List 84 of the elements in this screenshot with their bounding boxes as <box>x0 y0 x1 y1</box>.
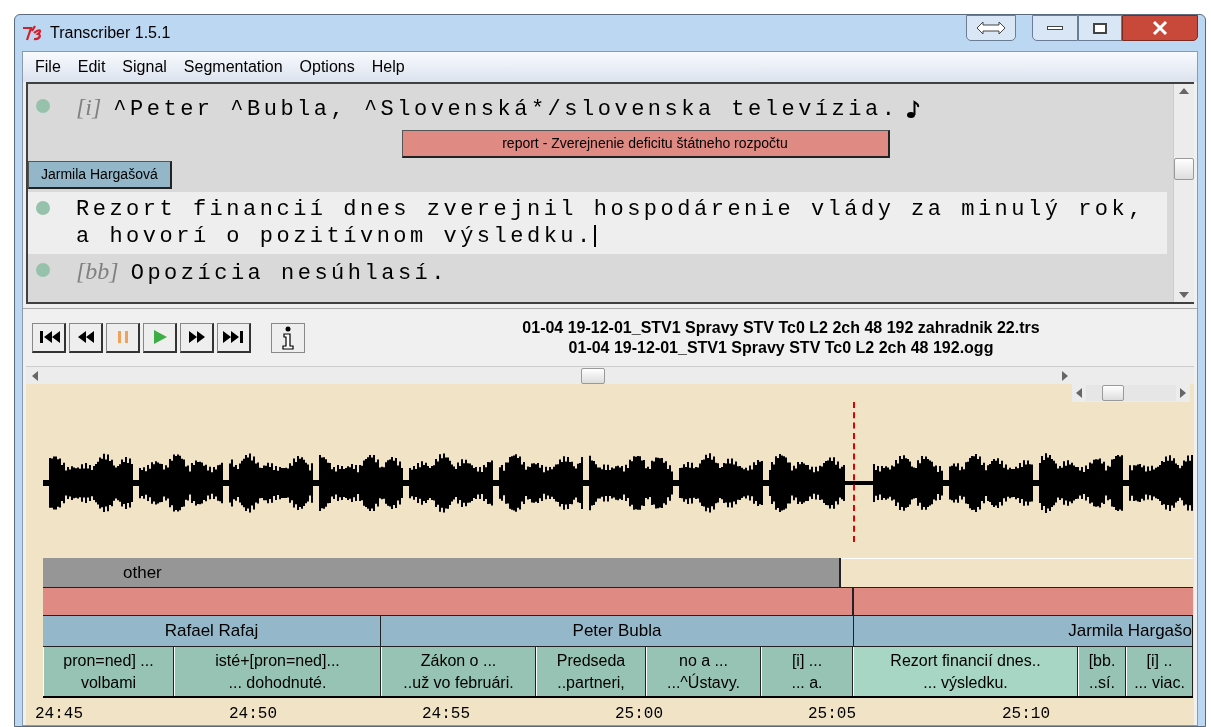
segment-line: ... dohodnuté. <box>228 672 327 693</box>
close-button[interactable] <box>1122 15 1198 41</box>
window-title: Transcriber 1.5.1 <box>50 23 171 43</box>
info-icon <box>280 325 296 350</box>
rewind-button[interactable] <box>69 322 103 353</box>
scroll-right-icon[interactable] <box>1062 370 1068 381</box>
menu-item[interactable]: Signal <box>116 55 173 79</box>
skip-end-icon <box>222 329 245 345</box>
minimize-button[interactable] <box>1032 15 1078 41</box>
timeline-segment[interactable]: [i] ... ... a. <box>761 647 853 696</box>
segment-line: ..už vo februári. <box>403 672 514 693</box>
scroll-left-icon[interactable] <box>32 370 38 381</box>
segment-line: ..partneri, <box>557 672 625 693</box>
segment-line: [bb. <box>1088 650 1116 671</box>
menu-item[interactable]: Help <box>365 55 411 79</box>
timeline-segment[interactable]: no a ... ...^Ústavy. <box>646 647 761 696</box>
segment-line: volbami <box>80 672 137 693</box>
timeline-segment[interactable]: Zákon o ... ..už vo februári. <box>381 647 536 696</box>
segment-line: ...^Ústavy. <box>667 672 740 693</box>
timeline-segment[interactable]: isté+[pron=ned]... ... dohodnuté. <box>174 647 381 696</box>
segment-line: [i] .. <box>1146 650 1173 671</box>
segment-marker-icon[interactable] <box>36 201 50 215</box>
segment-line: ... výsledku. <box>923 672 1008 693</box>
segment-line: Rezort financií dnes.. <box>890 650 1041 671</box>
menu-item[interactable]: Edit <box>71 55 112 79</box>
info-button[interactable] <box>271 322 305 353</box>
segment-text: ^Peter ^Bubla, ^Slovenská*/slovenska televízia. <box>113 97 899 122</box>
segment-marker-icon[interactable] <box>36 99 50 113</box>
speaker-button[interactable]: Jarmila Hargašová <box>28 161 172 189</box>
transcript-segment[interactable]: Rezort financií dnes zverejnil hospodárenie vlády za minulý rok, a hovorí o pozitívnom výsledku. <box>28 192 1167 254</box>
resize-button[interactable] <box>966 15 1016 41</box>
time-tick-label: 25:05 <box>808 704 856 725</box>
segment-line: ..sí. <box>1089 672 1115 693</box>
speaker-track-segment: Rafael Rafaj <box>43 616 381 646</box>
scroll-up-icon[interactable] <box>1179 88 1189 94</box>
segment-text: Rezort financií dnes zverejnil hospodárenie vlády za minulý rok, a hovorí o pozitívnom výsledku. <box>76 196 1146 250</box>
segment-marker-icon[interactable] <box>36 263 50 277</box>
other-track-segment: other <box>43 558 841 587</box>
timeline-segment[interactable]: [i] .. ... viac. <box>1126 647 1193 696</box>
menu-item[interactable]: Options <box>293 55 361 79</box>
timeline-segment[interactable]: pron=ned] ... volbami <box>43 647 174 696</box>
timeline-segment[interactable]: Predseda ..partneri, <box>536 647 646 696</box>
topic-button[interactable]: report - Zverejnenie deficitu štátneho rozpočtu <box>401 130 890 158</box>
segment-line: ... a. <box>791 672 823 693</box>
segment-line: ... viac. <box>1134 672 1185 693</box>
last-button[interactable] <box>217 322 251 353</box>
time-tick-label: 25:00 <box>615 704 663 725</box>
segment-line: Predseda <box>556 650 626 671</box>
time-tick-label: 25:10 <box>1002 704 1050 725</box>
pause-button[interactable] <box>106 322 140 353</box>
play-button[interactable] <box>143 322 177 353</box>
menu-item[interactable]: File <box>29 55 67 79</box>
segment-line: pron=ned] ... <box>63 650 154 671</box>
time-tick-label: 24:50 <box>229 704 277 725</box>
timeline-segment[interactable]: Rezort financií dnes.. ... výsledku. <box>853 647 1078 696</box>
forward-button[interactable] <box>180 322 214 353</box>
file-name: 01-04 19-12-01_STV1 Spravy STV Tc0 L2 2ch 48 192.ogg <box>568 337 994 358</box>
resolution-slider[interactable] <box>1072 384 1190 402</box>
scrollbar-thumb[interactable] <box>581 367 605 384</box>
speaker-track-segment: Peter Bubla <box>381 616 854 646</box>
slider-thumb[interactable] <box>1102 385 1124 401</box>
scroll-down-icon[interactable] <box>1179 292 1189 298</box>
segment-line: no a ... <box>679 650 728 671</box>
close-icon <box>1152 21 1168 35</box>
file-name: 01-04 19-12-01_STV1 Spravy STV Tc0 L2 2ch 48 192 zahradnik 22.trs <box>522 317 1040 338</box>
menu-item[interactable]: Segmentation <box>177 55 289 79</box>
timeline-segment[interactable]: [bb. ..sí. <box>1078 647 1126 696</box>
time-tick-label: 24:45 <box>35 704 83 725</box>
scrollbar-thumb[interactable] <box>1174 158 1194 180</box>
segment-text: Opozícia nesúhlasí. <box>130 261 449 286</box>
horizontal-scrollbar[interactable] <box>26 366 1194 384</box>
speaker-track-segment: Jarmila Hargašo <box>854 616 1193 646</box>
segment-line: Zákon o ... <box>420 650 497 671</box>
vertical-scrollbar[interactable] <box>1173 84 1194 302</box>
segment-line: isté+[pron=ned]... <box>215 650 340 671</box>
slider-right-icon[interactable] <box>1180 388 1186 398</box>
app-logo-icon <box>22 25 44 41</box>
double-arrow-icon <box>976 21 1006 35</box>
maximize-button[interactable] <box>1078 15 1122 41</box>
skip-start-icon <box>37 329 60 345</box>
slider-left-icon[interactable] <box>1076 388 1082 398</box>
segment-line: [i] ... <box>791 650 823 671</box>
first-button[interactable] <box>32 322 66 353</box>
time-tick-label: 24:55 <box>422 704 470 725</box>
